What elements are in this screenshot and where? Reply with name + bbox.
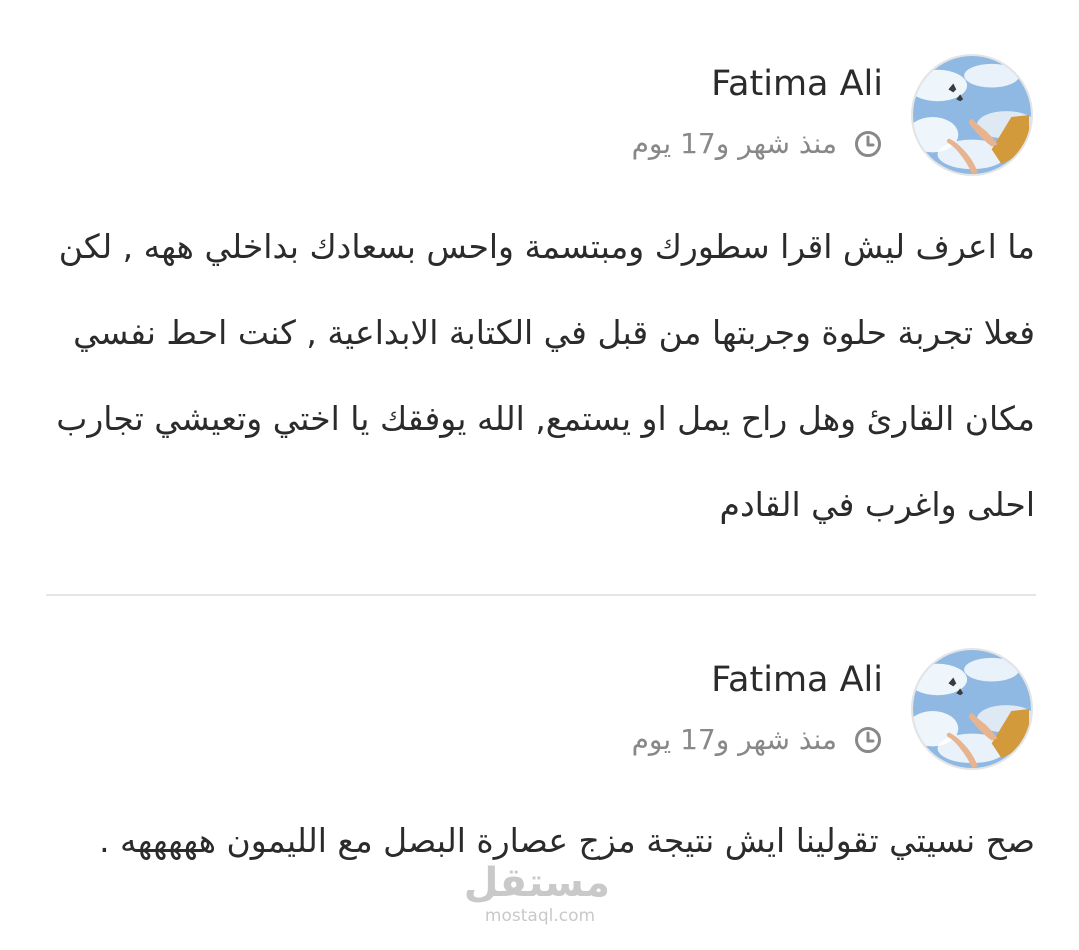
author-name[interactable]: Fatima Ali: [711, 658, 883, 702]
clock-icon: [855, 131, 881, 157]
comment-time: منذ شهر و17 يوم: [631, 127, 837, 160]
avatar[interactable]: [911, 54, 1033, 176]
comment-text: ما اعرف ليش اقرا سطورك ومبتسمة واحس بسعا…: [56, 227, 1035, 524]
comment-text: صح نسيتي تقولينا ايش نتيجة مزج عصارة الب…: [99, 821, 1035, 860]
comments-page: Fatima Ali منذ شهر و17 يوم ما اعرف ليش ا…: [0, 0, 1079, 950]
avatar-image: [913, 56, 1031, 174]
avatar-image: [913, 650, 1031, 768]
comment-item: Fatima Ali منذ شهر و17 يوم صح نسيتي تقول…: [0, 596, 1079, 950]
comment-meta: منذ شهر و17 يوم: [632, 720, 883, 760]
clock-icon: [855, 727, 881, 753]
author-name[interactable]: Fatima Ali: [711, 62, 883, 106]
comment-item: Fatima Ali منذ شهر و17 يوم ما اعرف ليش ا…: [0, 0, 1079, 595]
comment-meta: منذ شهر و17 يوم: [632, 124, 883, 164]
avatar[interactable]: [911, 648, 1033, 770]
comment-time: منذ شهر و17 يوم: [631, 723, 837, 756]
